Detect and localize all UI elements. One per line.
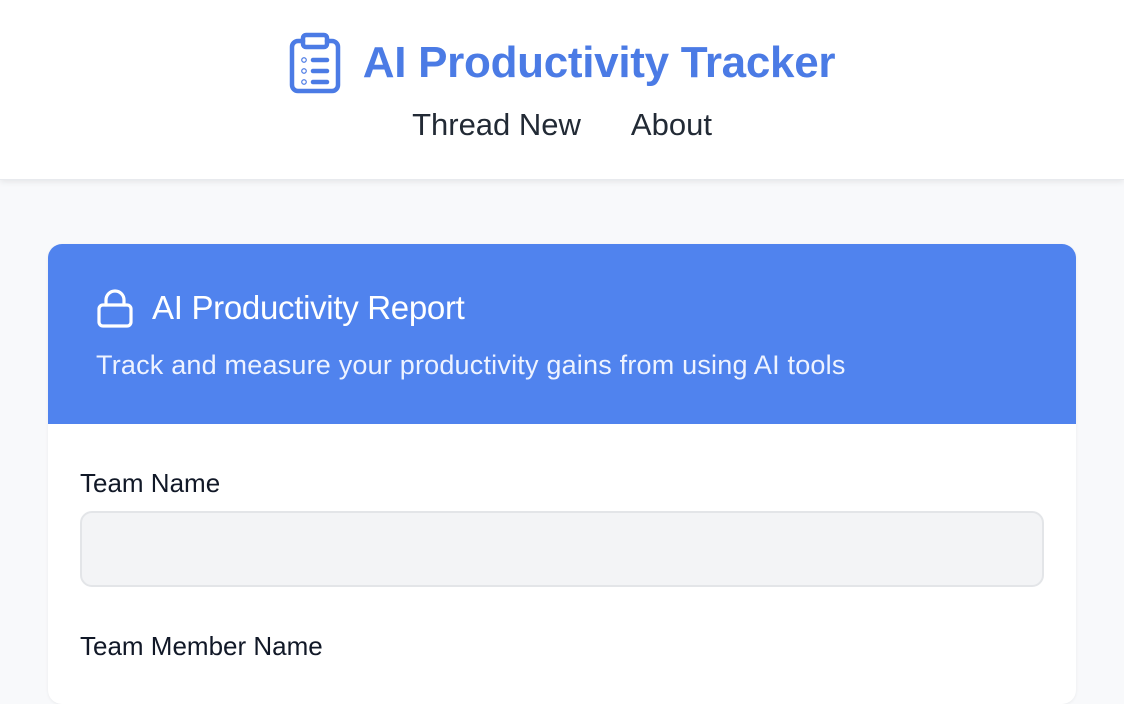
report-card: AI Productivity Report Track and measure… xyxy=(48,244,1076,704)
main-nav: Thread New About xyxy=(0,106,1124,143)
lock-icon xyxy=(97,289,133,328)
report-form: Team Name Team Member Name xyxy=(48,424,1076,662)
app-header: AI Productivity Tracker Thread New About xyxy=(0,0,1124,180)
brand: AI Productivity Tracker xyxy=(0,32,1124,94)
team-member-name-label: Team Member Name xyxy=(80,631,323,662)
report-title: AI Productivity Report xyxy=(152,288,465,326)
app-title: AI Productivity Tracker xyxy=(362,38,836,87)
nav-link-about[interactable]: About xyxy=(631,106,712,143)
report-card-header: AI Productivity Report Track and measure… xyxy=(48,244,1076,424)
report-title-row: AI Productivity Report xyxy=(96,288,1028,328)
team-name-label: Team Name xyxy=(80,468,221,498)
clipboard-list-icon xyxy=(289,32,341,94)
team-name-input[interactable] xyxy=(80,511,1044,588)
nav-link-thread-new[interactable]: Thread New xyxy=(412,106,581,143)
report-subtitle: Track and measure your productivity gain… xyxy=(96,350,846,380)
